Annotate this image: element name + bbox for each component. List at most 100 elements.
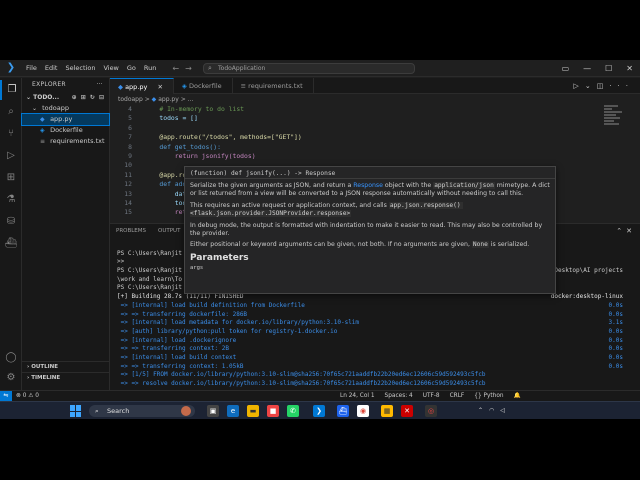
docker-icon[interactable]: ⛴: [0, 234, 22, 254]
vscode-taskbar-icon[interactable]: ❯: [313, 405, 325, 417]
terminal-text-right: 0.0s: [608, 336, 623, 344]
task-view-icon[interactable]: ▣: [207, 405, 219, 417]
code-text: def get_todos():: [144, 142, 221, 151]
code-text: # In-memory to do list: [144, 105, 245, 113]
editor-actions: ▷⌄◫···: [573, 78, 634, 94]
minimap-line: [604, 120, 614, 122]
whatsapp-icon[interactable]: ✆: [287, 405, 299, 417]
sticky-notes-icon[interactable]: ▦: [381, 405, 393, 417]
language-mode[interactable]: {} Python: [474, 391, 503, 401]
indentation[interactable]: Spaces: 4: [385, 391, 413, 401]
file-app-py[interactable]: ◆ app.py: [21, 113, 110, 126]
explorer-title: EXPLORER: [32, 81, 66, 88]
doc-code: None: [471, 241, 489, 249]
line-number: 15: [124, 208, 132, 217]
terminal-text: \work and learn\To: [117, 275, 183, 283]
close-panel-icon[interactable]: ✕: [626, 227, 636, 235]
menu-file[interactable]: File: [22, 64, 41, 72]
terminal-text-right: 3.1s: [608, 319, 623, 327]
hover-documentation-popup[interactable]: (function) def jsonify(...) -> Response …: [184, 166, 556, 294]
tab-output[interactable]: OUTPUT: [152, 224, 186, 238]
more-actions-icon[interactable]: ···: [96, 78, 103, 92]
speaker-icon[interactable]: ◁: [500, 402, 505, 419]
maximize-button[interactable]: ☐: [598, 64, 619, 73]
workspace-root[interactable]: ⌄ TODO... ⊕ ⊞ ↻ ⊟: [22, 92, 109, 103]
file-dockerfile[interactable]: ◈ Dockerfile: [22, 125, 109, 136]
timeline-section[interactable]: › TIMELINE: [22, 372, 110, 383]
explorer-files-icon[interactable]: ❐: [0, 80, 22, 100]
response-link[interactable]: Response: [353, 182, 383, 189]
layout-icon[interactable]: ▭: [555, 64, 577, 73]
menu-edit[interactable]: Edit: [41, 64, 62, 72]
code-text: return jsonify(todos): [144, 151, 256, 160]
source-control-icon[interactable]: ⑂: [0, 124, 22, 144]
explorer-action-icons[interactable]: ⊕ ⊞ ↻ ⊟: [72, 92, 105, 103]
run-icon[interactable]: ▷: [573, 82, 584, 90]
tab-label: Dockerfile: [188, 82, 222, 90]
extensions-icon[interactable]: ⊞: [0, 168, 22, 188]
file-explorer-icon[interactable]: ▬: [247, 405, 259, 417]
taskbar-search[interactable]: ⌕ Search: [89, 405, 195, 417]
minimize-button[interactable]: —: [576, 64, 598, 73]
terminal-text: => [internal] load metadata for docker.i…: [117, 319, 360, 327]
tab-app-py[interactable]: ◆ app.py ✕: [110, 78, 174, 94]
command-center-search[interactable]: ⌕ TodoApplication: [203, 63, 415, 74]
settings-gear-icon[interactable]: ⚙: [0, 368, 22, 388]
terminal-text: [+] Building 28.7s (11/11) FINISHED: [117, 293, 244, 301]
doc-text: This requires an active request or appli…: [190, 201, 389, 209]
edge-browser-icon[interactable]: e: [227, 405, 239, 417]
back-arrow-icon[interactable]: ←: [172, 64, 185, 73]
explorer-sidebar: EXPLORER ··· ⌄ TODO... ⊕ ⊞ ↻ ⊟ ⌄ todoapp…: [21, 78, 110, 390]
docker-desktop-icon[interactable]: ⛴: [337, 405, 349, 417]
split-editor-icon[interactable]: ◫: [597, 82, 610, 90]
code-line: 8 def get_todos():: [110, 143, 590, 152]
testing-flask-icon[interactable]: ⚗: [0, 190, 22, 210]
chevron-up-icon[interactable]: ⌃: [616, 227, 626, 235]
notifications-icon[interactable]: 🔔: [514, 391, 521, 401]
terminal-text-right: docker:desktop-linux: [550, 293, 623, 301]
line-endings[interactable]: CRLF: [450, 391, 465, 401]
account-icon[interactable]: ◯: [0, 348, 22, 368]
code-line: 6: [110, 124, 590, 133]
tab-requirements[interactable]: ≡ requirements.txt: [233, 78, 314, 94]
run-debug-icon[interactable]: ▷: [0, 146, 22, 166]
close-tab-icon[interactable]: ✕: [157, 83, 162, 91]
wifi-icon[interactable]: ◠: [489, 402, 494, 419]
terminal-text: => [internal] load build definition from…: [117, 301, 305, 309]
breadcrumb-folder[interactable]: todoapp: [118, 96, 143, 103]
search-view-icon[interactable]: ⌕: [0, 102, 22, 122]
menu-view[interactable]: View: [99, 64, 122, 72]
doc-text: In debug mode, the output is formatted w…: [190, 221, 543, 238]
chevron-up-icon[interactable]: ⌃: [478, 402, 483, 419]
remote-indicator-icon[interactable]: ⇋: [0, 391, 12, 401]
more-actions-icon[interactable]: ···: [609, 82, 634, 90]
outline-section[interactable]: › OUTLINE: [22, 361, 110, 372]
breadcrumb-file[interactable]: app.py: [158, 96, 179, 103]
menu-run[interactable]: Run: [140, 64, 160, 72]
search-icon: ⌕: [95, 407, 99, 415]
minimap[interactable]: [604, 105, 626, 133]
menu-selection[interactable]: Selection: [61, 64, 99, 72]
breadcrumb-more[interactable]: > ...: [181, 96, 194, 103]
chrome-icon[interactable]: ◉: [357, 405, 369, 417]
close-button[interactable]: ✕: [619, 64, 640, 73]
cursor-position[interactable]: Ln 24, Col 1: [340, 391, 375, 401]
menu-go[interactable]: Go: [123, 64, 140, 72]
chevron-down-icon[interactable]: ⌄: [585, 82, 597, 90]
app-red-icon[interactable]: ✕: [401, 405, 413, 417]
windows-start-icon[interactable]: [70, 405, 82, 417]
store-icon[interactable]: ■: [267, 405, 279, 417]
encoding[interactable]: UTF-8: [423, 391, 440, 401]
line-number: 6: [128, 123, 132, 132]
problems-count[interactable]: ⊗ 0 ⚠ 0: [16, 391, 39, 401]
python-icon[interactable]: ⛁: [0, 212, 22, 232]
minimap-line: [604, 111, 622, 113]
windows-taskbar: ⌕ Search ▣ e ▬ ■ ✆ ❯ ⛴ ◉ ▦ ✕ ◎ ⌃ ◠ ◁: [0, 401, 640, 419]
tab-problems[interactable]: PROBLEMS: [110, 224, 152, 238]
forward-arrow-icon[interactable]: →: [185, 64, 198, 73]
file-requirements[interactable]: ≡ requirements.txt: [22, 136, 109, 147]
app-circle-icon[interactable]: ◎: [425, 405, 437, 417]
folder-todoapp[interactable]: ⌄ todoapp: [22, 103, 109, 114]
tab-dockerfile[interactable]: ◈ Dockerfile: [174, 78, 233, 94]
line-number: 12: [124, 180, 132, 189]
